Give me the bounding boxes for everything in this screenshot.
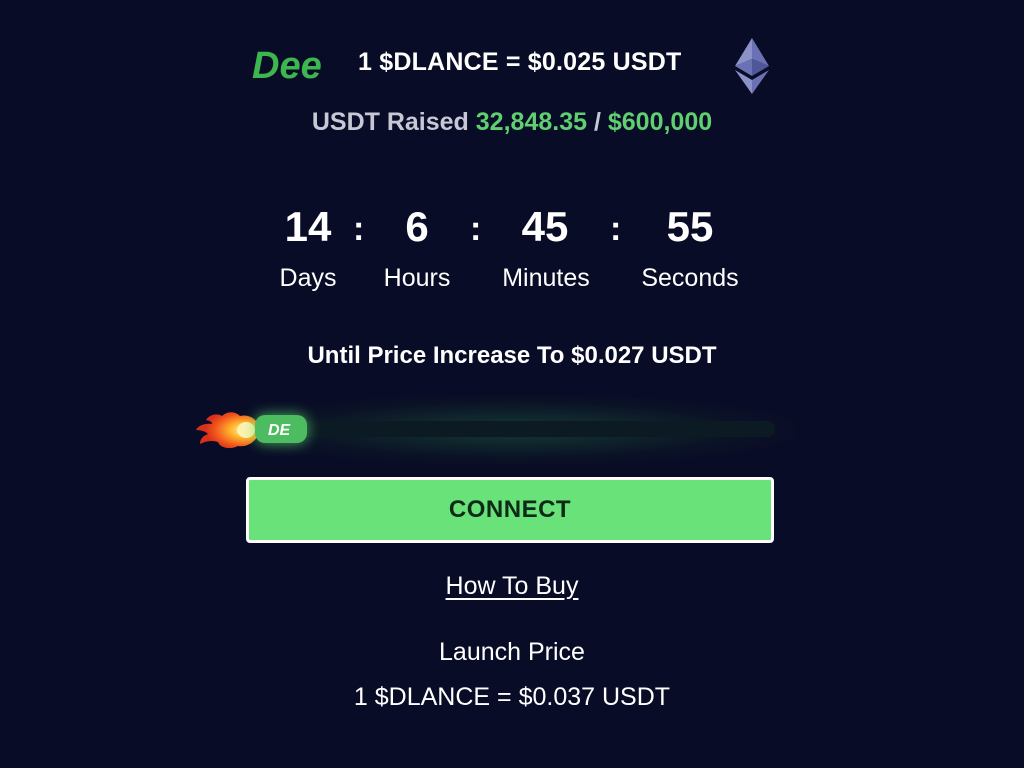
thumb-logo-text: DE bbox=[268, 422, 292, 438]
raised-separator: / bbox=[593, 108, 601, 136]
current-price: 1 $DLANCE = $0.025 USDT bbox=[358, 48, 682, 76]
countdown-seconds-label: Seconds bbox=[641, 264, 739, 292]
launch-price-value: 1 $DLANCE = $0.037 USDT bbox=[353, 683, 671, 711]
countdown-minutes-label: Minutes bbox=[502, 264, 590, 292]
raised-goal: $600,000 bbox=[607, 108, 713, 136]
countdown-minutes-value: 45 bbox=[521, 203, 569, 250]
logo-text: Dee bbox=[252, 45, 322, 87]
ethereum-icon bbox=[735, 38, 769, 94]
progress-thumb: DE bbox=[255, 415, 307, 443]
countdown-seconds-value: 55 bbox=[666, 203, 714, 250]
raised-amount: 32,848.35 bbox=[475, 108, 587, 136]
progress-bar bbox=[255, 421, 775, 437]
presale-widget: Dee 1 $DLANCE = $0.025 USDT USDT Raised … bbox=[0, 0, 1024, 768]
countdown-hours-value: 6 bbox=[405, 203, 429, 250]
dee-logo: Dee bbox=[252, 45, 322, 87]
countdown-separator-3: : bbox=[610, 210, 622, 248]
connect-button[interactable]: CONNECT bbox=[246, 477, 774, 543]
how-to-buy-container: How To Buy bbox=[0, 572, 1024, 601]
flame-icon bbox=[196, 412, 260, 449]
countdown-separator-2: : bbox=[470, 210, 482, 248]
how-to-buy-link[interactable]: How To Buy bbox=[446, 572, 579, 600]
launch-price-label: Launch Price bbox=[439, 638, 585, 666]
usdt-raised: USDT Raised 32,848.35 / $600,000 bbox=[0, 108, 1024, 137]
countdown-days-value: 14 bbox=[284, 203, 332, 250]
price-increase-notice: Until Price Increase To $0.027 USDT bbox=[307, 342, 717, 369]
dee-token-icon: DE bbox=[268, 422, 292, 438]
countdown-hours-label: Hours bbox=[383, 264, 451, 292]
raised-label: USDT Raised bbox=[311, 108, 469, 136]
